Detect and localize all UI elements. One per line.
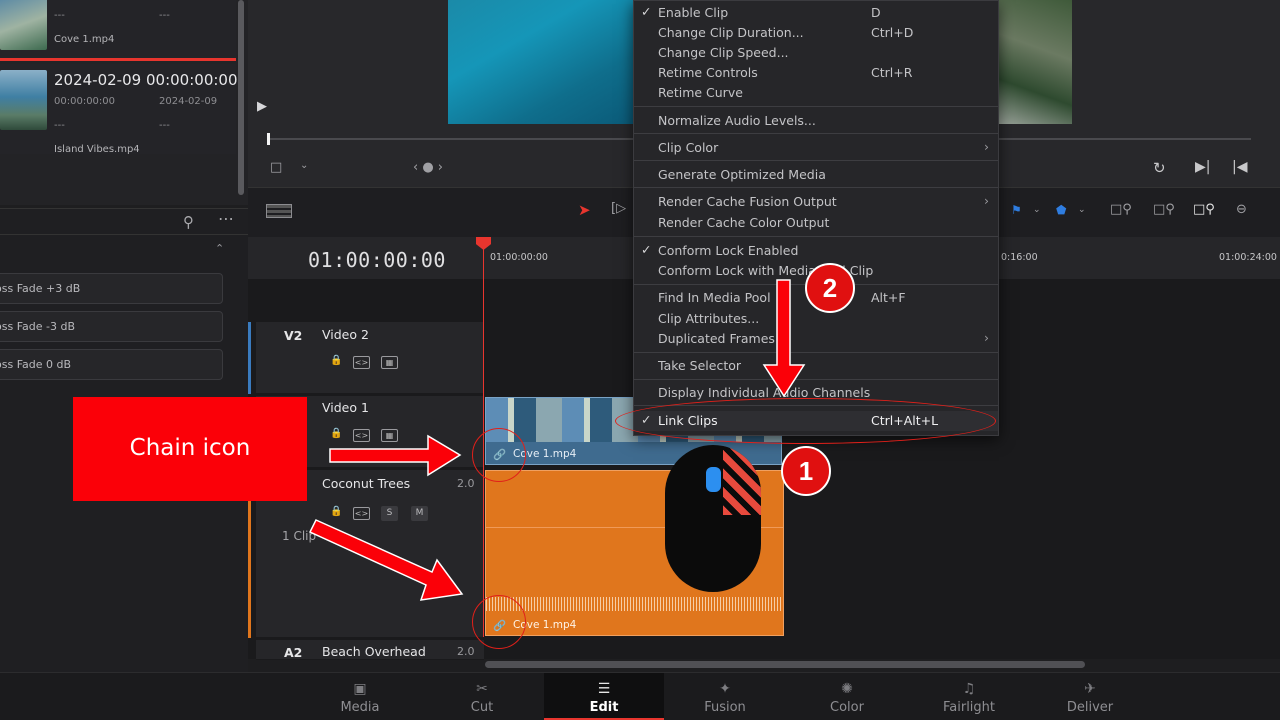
- step-badge-2: 2: [805, 263, 855, 313]
- annotation-arrows: [308, 279, 806, 601]
- arrow-to-video-chain: [329, 434, 462, 477]
- mouse-right-button: [723, 445, 761, 515]
- right-click-mouse-icon: [665, 445, 761, 592]
- arrow-to-audio-chain: [308, 519, 464, 601]
- arrow-to-link-clips: [762, 279, 806, 398]
- mouse-wheel: [706, 467, 721, 492]
- step-badge-1: 1: [781, 446, 831, 496]
- resolve-edit-page: --- --- Cove 1.mp4 2024-02-09 00:00:00:0…: [0, 0, 1280, 720]
